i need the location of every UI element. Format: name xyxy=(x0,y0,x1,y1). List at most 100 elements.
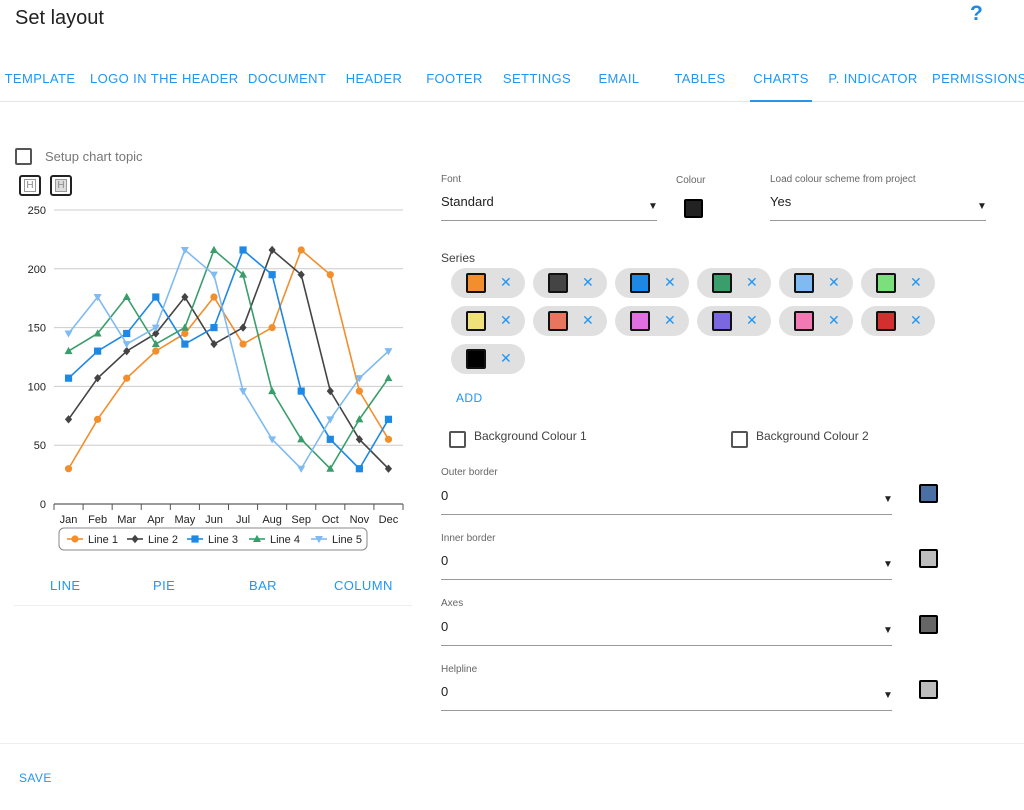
font-dropdown-arrow-icon[interactable]: ▼ xyxy=(648,201,658,212)
data-point xyxy=(297,465,306,473)
tab-footer[interactable]: FOOTER xyxy=(426,56,483,102)
tab-document[interactable]: DOCUMENT xyxy=(248,56,326,102)
series-chip: ✕ xyxy=(615,306,689,336)
x-tick-label: May xyxy=(174,514,195,526)
series-chip: ✕ xyxy=(779,268,853,298)
tab-template[interactable]: TEMPLATE xyxy=(4,56,76,102)
axes-select[interactable]: 0 xyxy=(441,619,448,634)
inner-border-select[interactable]: 0 xyxy=(441,553,448,568)
series-chip: ✕ xyxy=(451,344,525,374)
remove-series-icon[interactable]: ✕ xyxy=(828,313,840,328)
helpline-dropdown-arrow-icon[interactable]: ▼ xyxy=(883,690,893,701)
colour-swatch[interactable] xyxy=(684,199,703,218)
tab-email[interactable]: EMAIL xyxy=(596,56,642,102)
remove-series-icon[interactable]: ✕ xyxy=(910,275,922,290)
heading-style-button-2[interactable]: H xyxy=(50,175,72,196)
font-label: Font xyxy=(441,174,462,185)
add-series-button[interactable]: ADD xyxy=(456,391,483,405)
legend-label: Line 3 xyxy=(208,534,238,546)
chart-type-column[interactable]: COLUMN xyxy=(334,578,393,593)
series-chip: ✕ xyxy=(533,306,607,336)
remove-series-icon[interactable]: ✕ xyxy=(500,313,512,328)
series-colour-swatch[interactable] xyxy=(876,311,896,331)
axes-colour-swatch[interactable] xyxy=(919,615,938,634)
save-button[interactable]: SAVE xyxy=(19,771,52,785)
inner-border-colour-swatch[interactable] xyxy=(919,549,938,568)
tab-logo-in-the-header[interactable]: LOGO IN THE HEADER xyxy=(90,56,238,102)
data-point xyxy=(268,271,276,279)
remove-series-icon[interactable]: ✕ xyxy=(500,351,512,366)
series-colour-swatch[interactable] xyxy=(630,311,650,331)
data-point xyxy=(239,246,247,254)
setup-chart-topic-checkbox[interactable] xyxy=(15,148,32,165)
heading-icon: H xyxy=(55,179,67,192)
series-colour-swatch[interactable] xyxy=(712,311,732,331)
x-tick-label: Nov xyxy=(350,514,370,526)
outer-border-select[interactable]: 0 xyxy=(441,488,448,503)
line-chart: 0 50 100 150 200 250 Jan Feb Mar Apr May Jun Jul Aug S… xyxy=(28,205,404,551)
series-colour-swatch[interactable] xyxy=(630,273,650,293)
help-icon[interactable]: ? xyxy=(970,2,983,26)
series-line-5 xyxy=(67,248,390,471)
tab-charts[interactable]: CHARTS xyxy=(750,56,812,102)
series-colour-swatch[interactable] xyxy=(548,273,568,293)
page-header: Set layout ? xyxy=(0,0,1024,56)
inner-border-dropdown-arrow-icon[interactable]: ▼ xyxy=(883,559,893,570)
series-colour-swatch[interactable] xyxy=(548,311,568,331)
data-point xyxy=(152,347,160,355)
tab-permissions[interactable]: PERMISSIONS xyxy=(932,56,1024,102)
legend-marker xyxy=(191,535,199,543)
x-tick-label: Oct xyxy=(322,514,339,526)
remove-series-icon[interactable]: ✕ xyxy=(746,275,758,290)
helpline-select[interactable]: 0 xyxy=(441,684,448,699)
chart-type-line[interactable]: LINE xyxy=(50,578,81,593)
series-colour-swatch[interactable] xyxy=(794,273,814,293)
colour-scheme-underline xyxy=(770,220,986,221)
remove-series-icon[interactable]: ✕ xyxy=(746,313,758,328)
remove-series-icon[interactable]: ✕ xyxy=(828,275,840,290)
remove-series-icon[interactable]: ✕ xyxy=(582,313,594,328)
remove-series-icon[interactable]: ✕ xyxy=(664,275,676,290)
remove-series-icon[interactable]: ✕ xyxy=(664,313,676,328)
legend-label: Line 4 xyxy=(270,534,300,546)
y-tick-label: 0 xyxy=(40,499,46,511)
heading-style-button-1[interactable]: H xyxy=(19,175,41,196)
chart-type-pie[interactable]: PIE xyxy=(153,578,175,593)
axes-dropdown-arrow-icon[interactable]: ▼ xyxy=(883,625,893,636)
x-tick-label: Jan xyxy=(60,514,78,526)
font-select[interactable]: Standard xyxy=(441,194,494,209)
data-point xyxy=(210,324,218,332)
outer-border-underline xyxy=(441,514,892,515)
data-point xyxy=(64,374,73,382)
data-point xyxy=(181,340,189,348)
series-colour-swatch[interactable] xyxy=(466,311,486,331)
helpline-colour-swatch[interactable] xyxy=(919,680,938,699)
chart-type-bar[interactable]: BAR xyxy=(249,578,277,593)
data-point xyxy=(94,347,102,355)
remove-series-icon[interactable]: ✕ xyxy=(910,313,922,328)
background-colour-2-label: Background Colour 2 xyxy=(756,428,869,443)
colour-scheme-dropdown-arrow-icon[interactable]: ▼ xyxy=(977,201,987,212)
tab-settings[interactable]: SETTINGS xyxy=(502,56,572,102)
colour-scheme-select[interactable]: Yes xyxy=(770,194,791,209)
outer-border-colour-swatch[interactable] xyxy=(919,484,938,503)
data-point xyxy=(239,340,247,348)
tab-header[interactable]: HEADER xyxy=(345,56,403,102)
series-colour-swatch[interactable] xyxy=(466,273,486,293)
y-tick-label: 200 xyxy=(28,264,46,276)
legend-label: Line 2 xyxy=(148,534,178,546)
remove-series-icon[interactable]: ✕ xyxy=(582,275,594,290)
outer-border-dropdown-arrow-icon[interactable]: ▼ xyxy=(883,494,893,505)
background-colour-1-checkbox[interactable] xyxy=(449,431,466,448)
tab-tables[interactable]: TABLES xyxy=(672,56,728,102)
background-colour-2-checkbox[interactable] xyxy=(731,431,748,448)
remove-series-icon[interactable]: ✕ xyxy=(500,275,512,290)
series-colour-swatch[interactable] xyxy=(876,273,896,293)
series-chip: ✕ xyxy=(779,306,853,336)
series-colour-swatch[interactable] xyxy=(712,273,732,293)
series-colour-swatch[interactable] xyxy=(794,311,814,331)
series-colour-swatch[interactable] xyxy=(466,349,486,369)
colour-scheme-label: Load colour scheme from project xyxy=(770,174,916,185)
helpline-underline xyxy=(441,710,892,711)
tab-p-indicator[interactable]: P. INDICATOR xyxy=(828,56,918,102)
